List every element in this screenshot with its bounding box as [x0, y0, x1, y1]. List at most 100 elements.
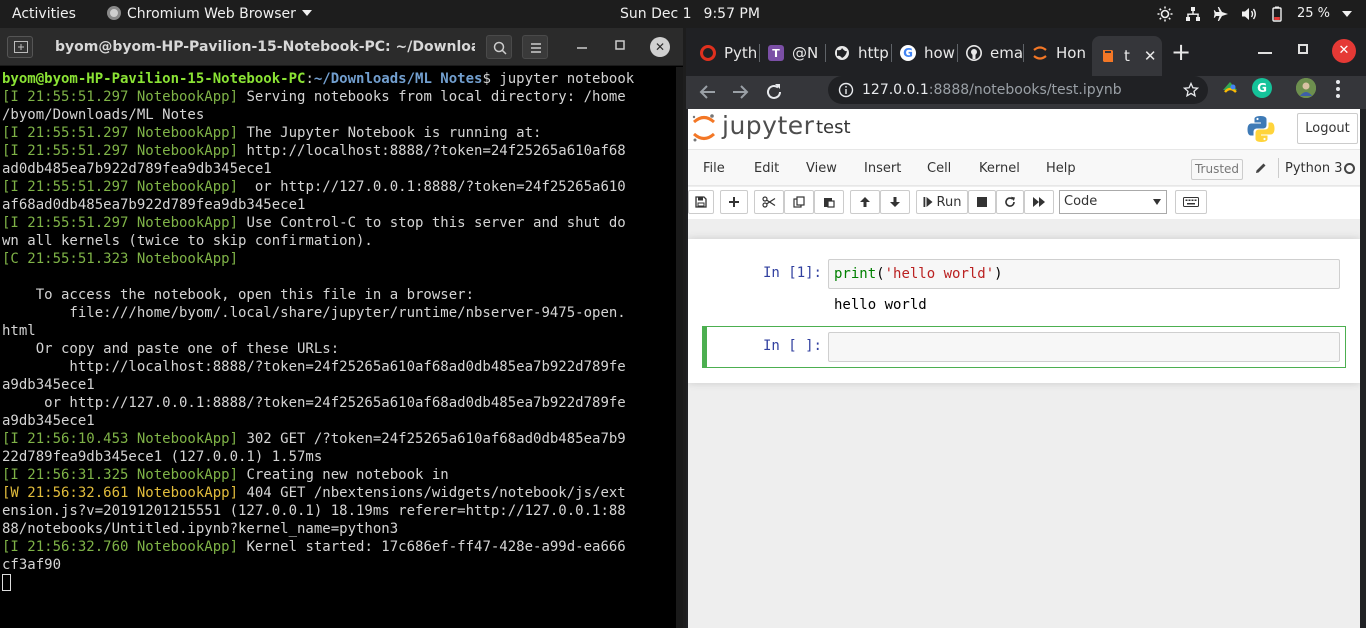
browser-menu-button[interactable]	[1336, 80, 1340, 98]
run-label: Run	[936, 194, 962, 210]
log-tag: [W 21:56:32.661 NotebookApp]	[2, 485, 239, 501]
cut-button[interactable]	[754, 190, 784, 214]
network-icon	[1185, 6, 1201, 22]
tab-6[interactable]: Hon	[1032, 40, 1090, 66]
url-host: 127.0.0.1	[862, 82, 929, 98]
jupyter-logo-icon[interactable]	[690, 113, 718, 143]
minimize-button[interactable]	[1258, 52, 1272, 54]
tab-1[interactable]: Pyth	[700, 40, 760, 66]
menu-file[interactable]: File	[703, 150, 725, 187]
save-icon	[695, 196, 707, 208]
restart-button[interactable]	[996, 190, 1024, 214]
back-button[interactable]	[696, 80, 720, 104]
close-button[interactable]: ✕	[1332, 39, 1356, 63]
system-tray[interactable]: 25 %	[1157, 0, 1352, 28]
jupyter-brand[interactable]: jupyter	[722, 111, 814, 140]
python-logo-icon	[1247, 116, 1275, 142]
activities-button[interactable]: Activities	[12, 0, 76, 28]
url-text: 127.0.0.1:8888/notebooks/test.ipynb	[862, 76, 1122, 104]
kernel-name[interactable]: Python 3	[1285, 150, 1342, 187]
cell-input[interactable]	[828, 332, 1340, 362]
run-button[interactable]: Run	[916, 190, 968, 214]
code-paren: )	[994, 266, 1003, 282]
tab-label: t	[1124, 47, 1130, 65]
extension-icon[interactable]	[1220, 78, 1240, 98]
profile-avatar[interactable]	[1296, 78, 1316, 98]
hamburger-icon	[531, 43, 541, 53]
log-text: To access the notebook, open this file i…	[2, 287, 626, 429]
terminal-titlebar[interactable]: byom@byom-HP-Pavilion-15-Notebook-PC: ~/…	[0, 28, 683, 66]
app-menu-button[interactable]: Chromium Web Browser	[107, 0, 312, 28]
bookmark-star-icon[interactable]	[1183, 82, 1199, 98]
tab-3[interactable]: http	[834, 40, 892, 66]
menu-view[interactable]: View	[806, 150, 837, 187]
airplane-icon	[1213, 6, 1229, 22]
close-icon: ✕	[654, 40, 666, 54]
minimize-icon	[577, 47, 587, 49]
menu-cell[interactable]: Cell	[927, 150, 951, 187]
tab-2[interactable]: T @N	[768, 40, 826, 66]
clock-time: 9:57 PM	[703, 6, 760, 22]
grammarly-icon[interactable]: G	[1252, 78, 1272, 98]
save-button[interactable]	[688, 190, 714, 214]
minimize-button[interactable]	[572, 37, 592, 57]
menu-edit[interactable]: Edit	[754, 150, 779, 187]
cell-type-select[interactable]: Code	[1059, 190, 1167, 214]
chevron-down-icon	[301, 10, 312, 16]
terminal-cursor	[2, 574, 11, 591]
new-tab-button[interactable]: +	[1171, 40, 1191, 64]
reload-button[interactable]	[762, 80, 786, 104]
interrupt-button[interactable]	[968, 190, 996, 214]
tab-active[interactable]: t ✕	[1092, 36, 1162, 76]
app-menu-label: Chromium Web Browser	[127, 6, 296, 22]
code-paren: (	[876, 266, 885, 282]
jupyter-icon	[1032, 45, 1048, 61]
tab-label: http	[858, 44, 889, 62]
log-tag: [I 21:55:51.297 NotebookApp]	[2, 143, 239, 159]
insert-cell-button[interactable]	[720, 190, 748, 214]
jupyter-page: jupyter test Logout File Edit View Inser…	[688, 109, 1360, 628]
logout-button[interactable]: Logout	[1297, 113, 1358, 144]
new-tab-button[interactable]	[7, 36, 33, 58]
maximize-button[interactable]	[610, 37, 630, 57]
terminal-title: byom@byom-HP-Pavilion-15-Notebook-PC: ~/…	[55, 39, 475, 55]
terminal-scrollbar[interactable]	[676, 67, 683, 628]
maximize-button[interactable]	[1298, 44, 1308, 54]
log-text: The Jupyter Notebook is running at:	[246, 125, 542, 141]
command-palette-button[interactable]	[1175, 190, 1207, 214]
system-top-bar: Activities Chromium Web Browser Sun Dec …	[0, 0, 1366, 28]
copy-button[interactable]	[784, 190, 814, 214]
address-bar[interactable]: 127.0.0.1:8888/notebooks/test.ipynb	[828, 76, 1208, 104]
notebook-name[interactable]: test	[816, 117, 851, 138]
arrow-up-icon	[860, 197, 870, 207]
menu-kernel[interactable]: Kernel	[979, 150, 1020, 187]
code-cell-selected[interactable]: In [ ]:	[702, 326, 1346, 368]
move-up-button[interactable]	[850, 190, 880, 214]
search-button[interactable]	[486, 35, 512, 59]
forward-button[interactable]	[728, 80, 752, 104]
terminal-log: [I 21:55:51.297 NotebookApp] Serving not…	[2, 89, 626, 573]
tab-5[interactable]: ema	[966, 40, 1024, 66]
menu-help[interactable]: Help	[1046, 150, 1076, 187]
clock-date: Sun Dec 1	[620, 6, 692, 22]
pencil-icon[interactable]	[1254, 161, 1268, 175]
close-button[interactable]: ✕	[650, 37, 670, 57]
notebook-icon	[1100, 48, 1116, 64]
keyboard-icon	[1183, 197, 1199, 207]
menu-insert[interactable]: Insert	[864, 150, 901, 187]
restart-run-all-button[interactable]	[1024, 190, 1054, 214]
tab-close-icon[interactable]: ✕	[1144, 47, 1157, 65]
clock-button[interactable]: Sun Dec 1 9:57 PM	[620, 0, 772, 28]
trusted-indicator[interactable]: Trusted	[1191, 159, 1243, 180]
cell-prompt: In [1]:	[762, 265, 822, 281]
code-cell[interactable]: In [1]: print('hello world')	[702, 259, 1346, 319]
cell-type-value: Code	[1064, 194, 1098, 209]
log-text: Creating new notebook in	[246, 467, 449, 483]
tab-label: how	[924, 44, 955, 62]
paste-button[interactable]	[814, 190, 844, 214]
tab-4[interactable]: Ghow	[900, 40, 958, 66]
terminal-output[interactable]: byom@byom-HP-Pavilion-15-Notebook-PC:~/D…	[0, 67, 676, 628]
cell-input[interactable]: print('hello world')	[828, 259, 1340, 289]
move-down-button[interactable]	[880, 190, 910, 214]
hamburger-menu-button[interactable]	[522, 35, 548, 59]
